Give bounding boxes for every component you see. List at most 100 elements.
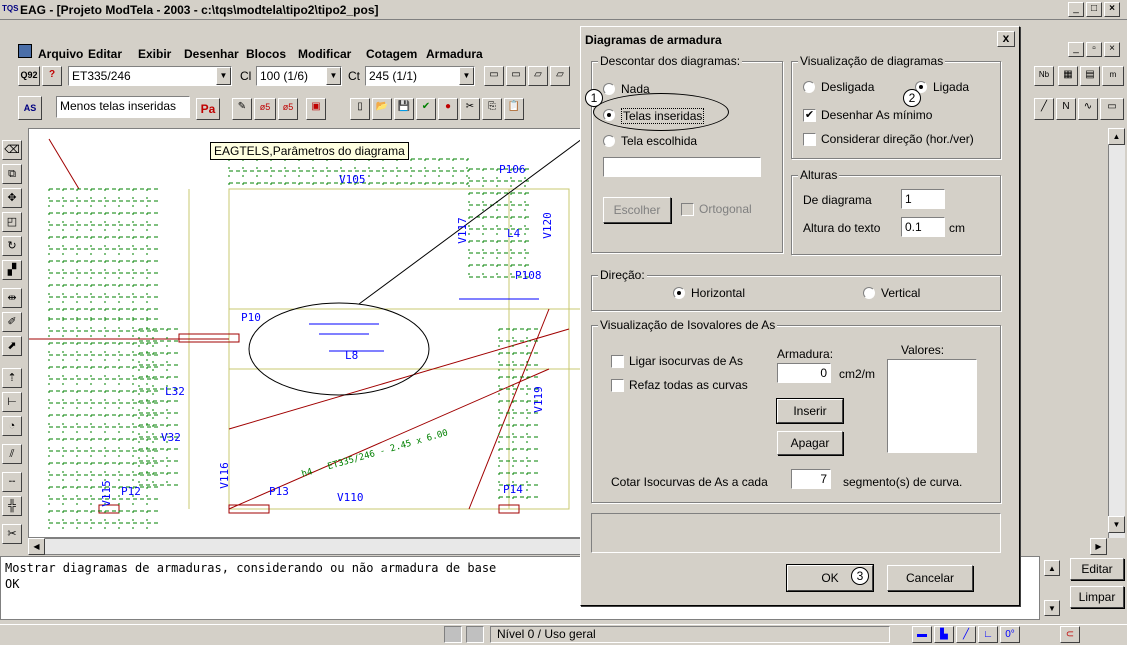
close-icon[interactable]: × [1104,2,1120,17]
inserir-button[interactable]: Inserir [776,398,844,424]
doc-icon[interactable] [18,44,32,58]
offset-icon[interactable]: ⫽ [2,444,22,464]
scroll-down-icon[interactable]: ▼ [1108,516,1125,533]
menu-exibir[interactable]: Exibir [138,47,171,61]
help-icon[interactable]: ? [42,66,62,86]
grid-icon[interactable]: ▦ [1058,66,1078,86]
chevron-down-icon[interactable]: ▼ [326,67,341,85]
dialog-close-icon[interactable]: x [997,31,1015,47]
check-icon[interactable]: ✔ [416,98,436,120]
tela-combo[interactable]: ET335/246 ▼ [68,66,232,86]
status-polar-icon[interactable]: ╱ [956,626,976,643]
eraser-icon[interactable]: ⌫ [2,140,22,160]
q92-button[interactable]: Q92 [18,66,40,86]
maximize-icon[interactable]: □ [1086,2,1102,17]
considerar-direcao-checkbox[interactable] [803,133,816,146]
table-icon[interactable]: ▤ [1080,66,1100,86]
status-angle-icon[interactable]: ∟ [978,626,998,643]
edit-icon[interactable]: ✐ [2,312,22,332]
menu-armadura[interactable]: Armadura [426,47,483,61]
rotate-icon[interactable]: ↻ [2,236,22,256]
array-icon[interactable]: ▞ [2,260,22,280]
scroll-up-icon[interactable]: ▲ [1108,128,1125,145]
rect-draw-icon[interactable]: ▭ [1100,98,1124,120]
o5b-icon[interactable]: ø5 [278,98,298,120]
mdi-minimize-icon[interactable]: _ [1068,42,1084,57]
open-folder-icon[interactable]: 📂 [372,98,392,120]
cl-combo[interactable]: 100 (1/6) ▼ [256,66,342,86]
explode-icon[interactable]: ╬ [2,496,22,516]
ortogonal-checkbox[interactable] [681,203,694,216]
save-red-icon[interactable]: ▣ [306,98,326,120]
chevron-down-icon[interactable]: ▼ [216,67,231,85]
radio-vertical[interactable] [863,287,875,299]
menu-arquivo[interactable]: Arquivo [38,47,83,61]
mode-combo[interactable]: Menos telas inseridas [56,96,190,118]
cotar-input[interactable]: 7 [791,469,831,489]
rect-tool3-icon[interactable]: ▱ [528,66,548,86]
new-file-icon[interactable]: ▯ [350,98,370,120]
status-magnet-icon[interactable]: ⊂ [1060,626,1080,643]
ligar-isocurvas-checkbox[interactable] [611,355,624,368]
trim-icon[interactable]: ⊢ [2,392,22,412]
scale-icon[interactable]: ◰ [2,212,22,232]
ct-combo[interactable]: 245 (1/1) ▼ [365,66,475,86]
desenhar-as-minimo-checkbox[interactable]: ✔ [803,109,816,122]
cancelar-button[interactable]: Cancelar [887,565,973,591]
cmd-scroll-down-icon[interactable]: ▼ [1044,600,1060,616]
menu-editar[interactable]: Editar [88,47,122,61]
stretch-icon[interactable]: ⬈ [2,336,22,356]
menu-cotagem[interactable]: Cotagem [366,47,417,61]
extend-icon[interactable]: ⇡ [2,368,22,388]
m-icon[interactable]: m [1102,66,1124,86]
apagar-button[interactable]: Apagar [777,431,843,455]
mirror-icon[interactable]: ⇹ [2,288,22,308]
save-icon[interactable]: 💾 [394,98,414,120]
radio-tela-escolhida[interactable] [603,135,615,147]
radio-horizontal[interactable] [673,287,685,299]
editar-button[interactable]: Editar [1070,558,1124,580]
radio-vertical-label[interactable]: Vertical [881,286,920,300]
line-tool-icon[interactable]: ╱ [1034,98,1054,120]
rect-tool4-icon[interactable]: ▱ [550,66,570,86]
radio-ligada-label[interactable]: Ligada [933,80,969,94]
limpar-button[interactable]: Limpar [1070,586,1124,608]
valores-list[interactable] [887,359,977,453]
altura-texto-input[interactable]: 0.1 [901,217,945,237]
scissors-icon[interactable]: ✂ [2,524,22,544]
pa-button[interactable]: Pa [196,98,220,120]
pencil-icon[interactable]: ✎ [232,98,252,120]
radio-desligada[interactable] [803,81,815,93]
tela-escolhida-input[interactable] [603,157,761,177]
copy-objects-icon[interactable]: ⧉ [2,164,22,184]
radio-nada[interactable] [603,83,615,95]
scroll-left-icon[interactable]: ◀ [28,538,45,555]
stop-icon[interactable]: ● [438,98,458,120]
fillet-icon[interactable]: ◔ [2,416,22,436]
rect-tool-icon[interactable]: ▭ [484,66,504,86]
minimize-icon[interactable]: _ [1068,2,1084,17]
status-nivel[interactable]: Nível 0 / Uso geral [490,626,890,643]
break-icon[interactable]: ╌ [2,472,22,492]
paste-icon[interactable]: 📋 [504,98,524,120]
radio-desligada-label[interactable]: Desligada [821,80,874,94]
mdi-restore-icon[interactable]: ▫ [1086,42,1102,57]
as-icon[interactable]: AS [18,96,42,120]
de-diagrama-input[interactable]: 1 [901,189,945,209]
escolher-button[interactable]: Escolher [603,197,671,223]
curve-tool-icon[interactable]: ∿ [1078,98,1098,120]
cut-icon[interactable]: ✂ [460,98,480,120]
menu-modificar[interactable]: Modificar [298,47,351,61]
chevron-down-icon[interactable]: ▼ [459,67,474,85]
drawing-area[interactable]: V105 P106 V117 L4 V120 P108 P10 L8 V32 L… [28,128,588,538]
status-line-icon[interactable]: ▬ [912,626,932,643]
status-zero-icon[interactable]: 0° [1000,626,1020,643]
copy-icon[interactable]: ⎘ [482,98,502,120]
cmd-scroll-up-icon[interactable]: ▲ [1044,560,1060,576]
nb-icon[interactable]: Nb [1034,66,1054,86]
mdi-close-icon[interactable]: × [1104,42,1120,57]
main-hscroll[interactable] [28,538,588,555]
main-vscroll[interactable] [1108,128,1125,538]
radio-tela-escolhida-label[interactable]: Tela escolhida [621,134,697,148]
refaz-curvas-checkbox[interactable] [611,379,624,392]
